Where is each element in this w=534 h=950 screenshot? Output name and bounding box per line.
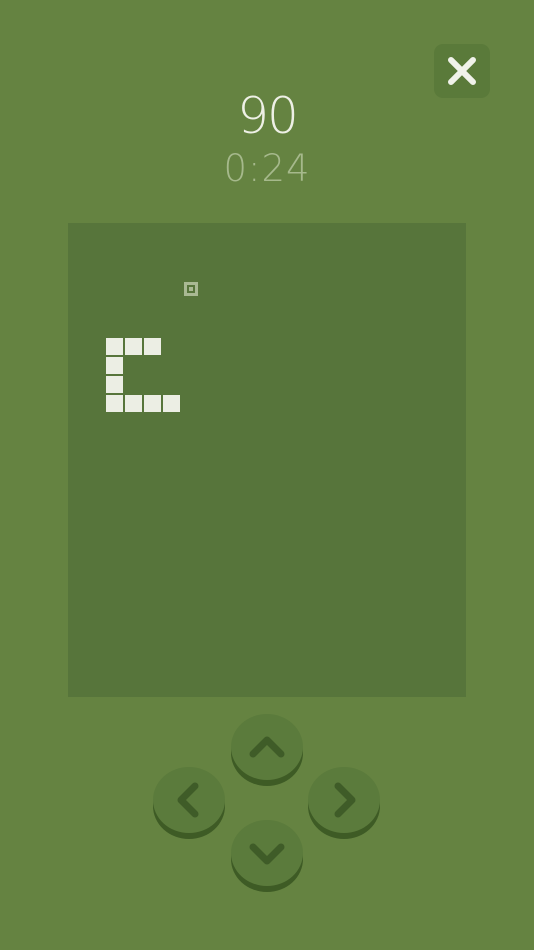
right-button[interactable] [308, 767, 380, 839]
timer-display: 0:24 [223, 147, 311, 190]
snake-segment [106, 376, 123, 393]
chevron-up-icon [249, 736, 285, 758]
chevron-right-icon [334, 782, 356, 818]
chevron-left-icon [177, 782, 199, 818]
snake-segment [144, 338, 161, 355]
up-button[interactable] [231, 714, 303, 786]
food-item [184, 282, 198, 296]
snake-segment [163, 395, 180, 412]
down-button[interactable] [231, 820, 303, 892]
snake-segment [144, 395, 161, 412]
game-board [68, 223, 466, 697]
score-display: 90 [237, 87, 299, 145]
snake-segment [125, 338, 142, 355]
snake-segment [125, 395, 142, 412]
close-icon [448, 57, 476, 85]
snake-segment [106, 395, 123, 412]
snake-segment [106, 338, 123, 355]
left-button[interactable] [153, 767, 225, 839]
snake-segment [106, 357, 123, 374]
chevron-down-icon [249, 843, 285, 865]
